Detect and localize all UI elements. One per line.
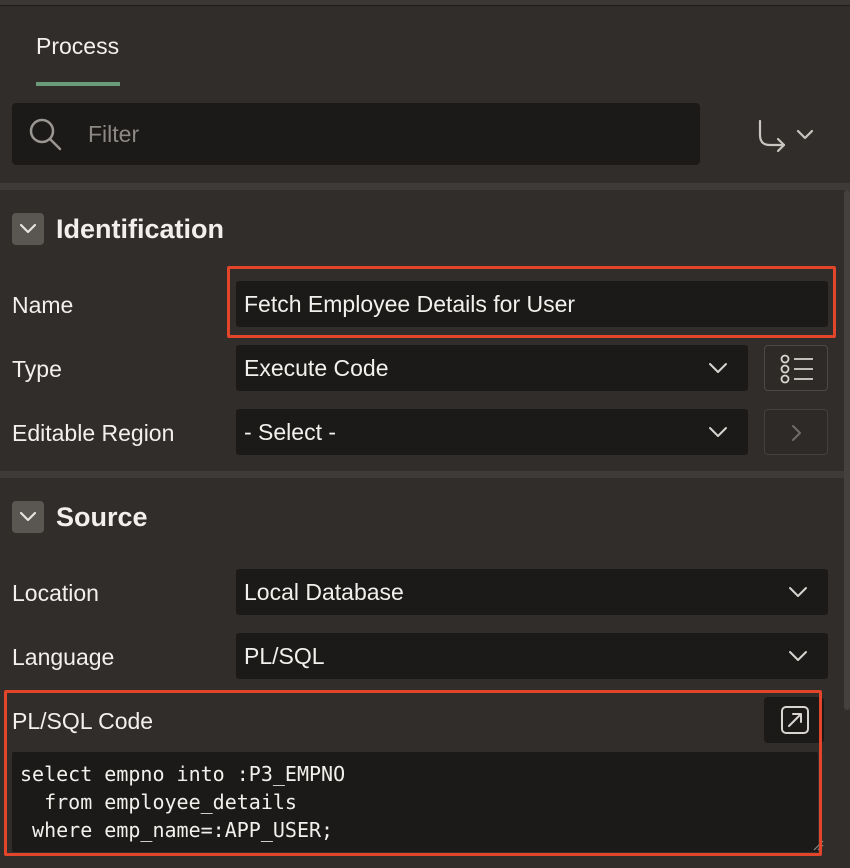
- chevron-down-icon: [708, 425, 728, 444]
- section-title: Identification: [56, 214, 224, 244]
- chevron-down-icon: [708, 361, 728, 380]
- tab-bar: Process: [0, 6, 850, 86]
- editable-region-goto-button[interactable]: [764, 409, 828, 455]
- language-value: PL/SQL: [244, 643, 325, 669]
- section-title: Source: [56, 502, 148, 532]
- search-icon: [28, 117, 62, 151]
- goto-menu-button[interactable]: [752, 113, 822, 157]
- editable-region-value: - Select -: [244, 419, 337, 445]
- editable-region-select[interactable]: - Select -: [236, 409, 748, 455]
- type-value: Execute Code: [244, 355, 389, 381]
- chevron-down-icon: [788, 585, 808, 604]
- active-tab-indicator: [36, 82, 120, 86]
- type-select[interactable]: Execute Code: [236, 345, 748, 391]
- list-icon: [765, 354, 829, 396]
- goto-arrow-icon: [752, 119, 822, 161]
- scrollbar[interactable]: [844, 190, 850, 710]
- filter-placeholder: Filter: [88, 121, 140, 147]
- editable-region-label: Editable Region: [12, 420, 175, 446]
- language-label: Language: [12, 644, 115, 670]
- location-select[interactable]: Local Database: [236, 569, 828, 615]
- tab-process[interactable]: Process: [36, 6, 120, 84]
- location-value: Local Database: [244, 579, 404, 605]
- section-divider: [0, 471, 850, 478]
- chevron-right-icon: [765, 425, 829, 460]
- type-label: Type: [12, 356, 62, 382]
- collapse-toggle[interactable]: [12, 501, 44, 533]
- collapse-toggle[interactable]: [12, 213, 44, 245]
- language-select[interactable]: PL/SQL: [236, 633, 828, 679]
- code-highlight: [4, 690, 822, 856]
- type-list-button[interactable]: [764, 345, 828, 391]
- name-label: Name: [12, 292, 74, 318]
- name-highlight: [227, 266, 836, 338]
- chevron-down-icon: [788, 649, 808, 668]
- location-label: Location: [12, 580, 99, 606]
- filter-field[interactable]: Filter: [12, 103, 700, 165]
- section-divider: [0, 183, 850, 190]
